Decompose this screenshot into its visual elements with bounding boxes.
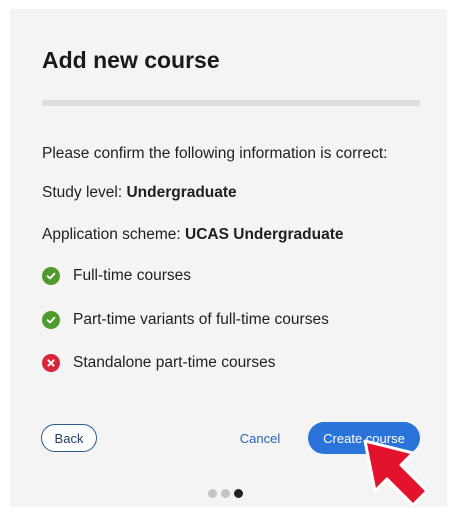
step-indicator: [208, 489, 243, 498]
study-level-line: Study level: Undergraduate: [42, 184, 237, 202]
list-item-label: Part-time variants of full-time courses: [73, 311, 329, 328]
application-scheme-value: UCAS Undergraduate: [185, 226, 344, 243]
list-item-label: Full-time courses: [73, 267, 191, 284]
step-dot-active: [234, 489, 243, 498]
study-level-value: Undergraduate: [126, 184, 237, 201]
list-item: Part-time variants of full-time courses: [42, 309, 329, 331]
study-level-label: Study level:: [42, 184, 127, 201]
add-course-dialog: Add new course Please confirm the follow…: [10, 9, 447, 507]
pointer-cursor-icon: [363, 437, 443, 518]
application-scheme-label: Application scheme:: [42, 226, 186, 243]
progress-bar: [42, 100, 420, 106]
dialog-title: Add new course: [42, 47, 220, 73]
confirm-intro-text: Please confirm the following information…: [42, 145, 388, 162]
x-circle-icon: [42, 354, 60, 372]
check-circle-icon: [42, 311, 60, 329]
check-circle-icon: [42, 267, 60, 285]
cancel-button[interactable]: Cancel: [230, 424, 290, 452]
application-scheme-line: Application scheme: UCAS Undergraduate: [42, 226, 344, 244]
step-dot: [221, 489, 230, 498]
list-item: Full-time courses: [42, 265, 191, 287]
list-item: Standalone part-time courses: [42, 352, 275, 374]
back-button[interactable]: Back: [41, 424, 97, 452]
step-dot: [208, 489, 217, 498]
list-item-label: Standalone part-time courses: [73, 354, 276, 371]
